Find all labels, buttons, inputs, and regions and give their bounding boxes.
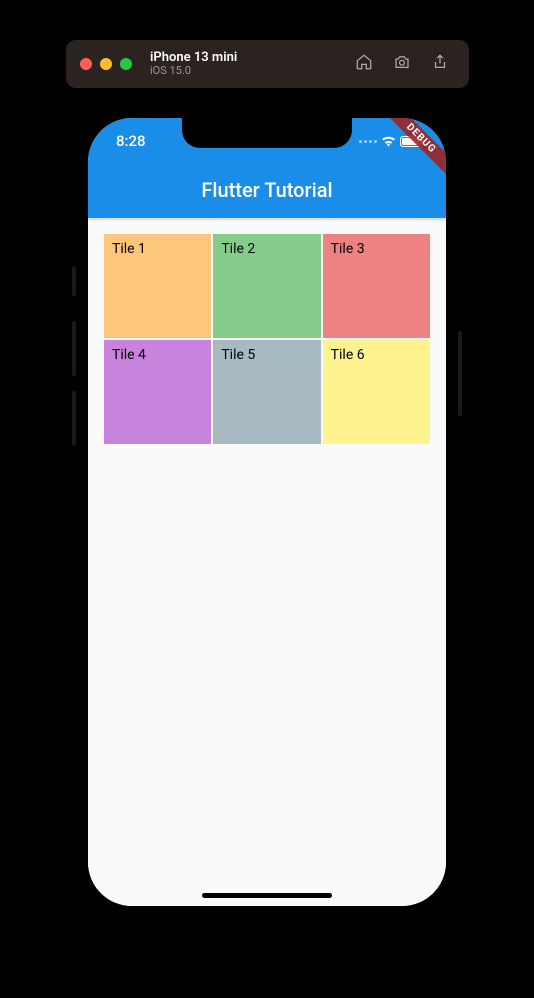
status-indicators [359, 132, 422, 151]
volume-up-button[interactable] [72, 321, 76, 376]
phone-screen: 8:28 DEBUG Flutter Tutorial [88, 118, 446, 906]
share-icon[interactable] [431, 53, 449, 75]
simulator-toolbar [355, 53, 449, 75]
app-body[interactable]: Tile 1 Tile 2 Tile 3 Tile 4 Tile 5 Tile … [88, 218, 446, 906]
power-button[interactable] [458, 331, 462, 416]
grid-tile[interactable]: Tile 4 [104, 340, 211, 444]
battery-icon [400, 136, 422, 147]
wifi-icon [381, 132, 396, 151]
app-bar: Flutter Tutorial [88, 162, 446, 218]
zoom-button[interactable] [120, 58, 132, 70]
phone-frame: 8:28 DEBUG Flutter Tutorial [76, 106, 458, 918]
minimize-button[interactable] [100, 58, 112, 70]
simulator-window-titlebar: iPhone 13 mini iOS 15.0 [66, 40, 469, 88]
tile-label: Tile 1 [112, 241, 146, 257]
os-version: iOS 15.0 [150, 65, 347, 77]
app-title: Flutter Tutorial [201, 178, 332, 202]
device-name: iPhone 13 mini [150, 51, 347, 65]
simulator-title: iPhone 13 mini iOS 15.0 [150, 51, 347, 77]
close-button[interactable] [80, 58, 92, 70]
cellular-icon [359, 140, 377, 143]
grid-tile[interactable]: Tile 6 [323, 340, 430, 444]
tile-label: Tile 6 [331, 347, 365, 363]
mute-switch[interactable] [72, 266, 76, 296]
tile-label: Tile 5 [221, 347, 255, 363]
grid-view: Tile 1 Tile 2 Tile 3 Tile 4 Tile 5 Tile … [104, 234, 430, 444]
home-indicator[interactable] [202, 893, 332, 898]
tile-label: Tile 2 [221, 241, 255, 257]
screenshot-icon[interactable] [393, 53, 411, 75]
grid-tile[interactable]: Tile 3 [323, 234, 430, 338]
window-controls [80, 58, 132, 70]
notch [182, 118, 352, 148]
grid-tile[interactable]: Tile 5 [213, 340, 320, 444]
tile-label: Tile 4 [112, 347, 146, 363]
volume-down-button[interactable] [72, 391, 76, 446]
grid-tile[interactable]: Tile 1 [104, 234, 211, 338]
grid-tile[interactable]: Tile 2 [213, 234, 320, 338]
tile-label: Tile 3 [331, 241, 365, 257]
status-time: 8:28 [116, 132, 146, 150]
home-icon[interactable] [355, 53, 373, 75]
